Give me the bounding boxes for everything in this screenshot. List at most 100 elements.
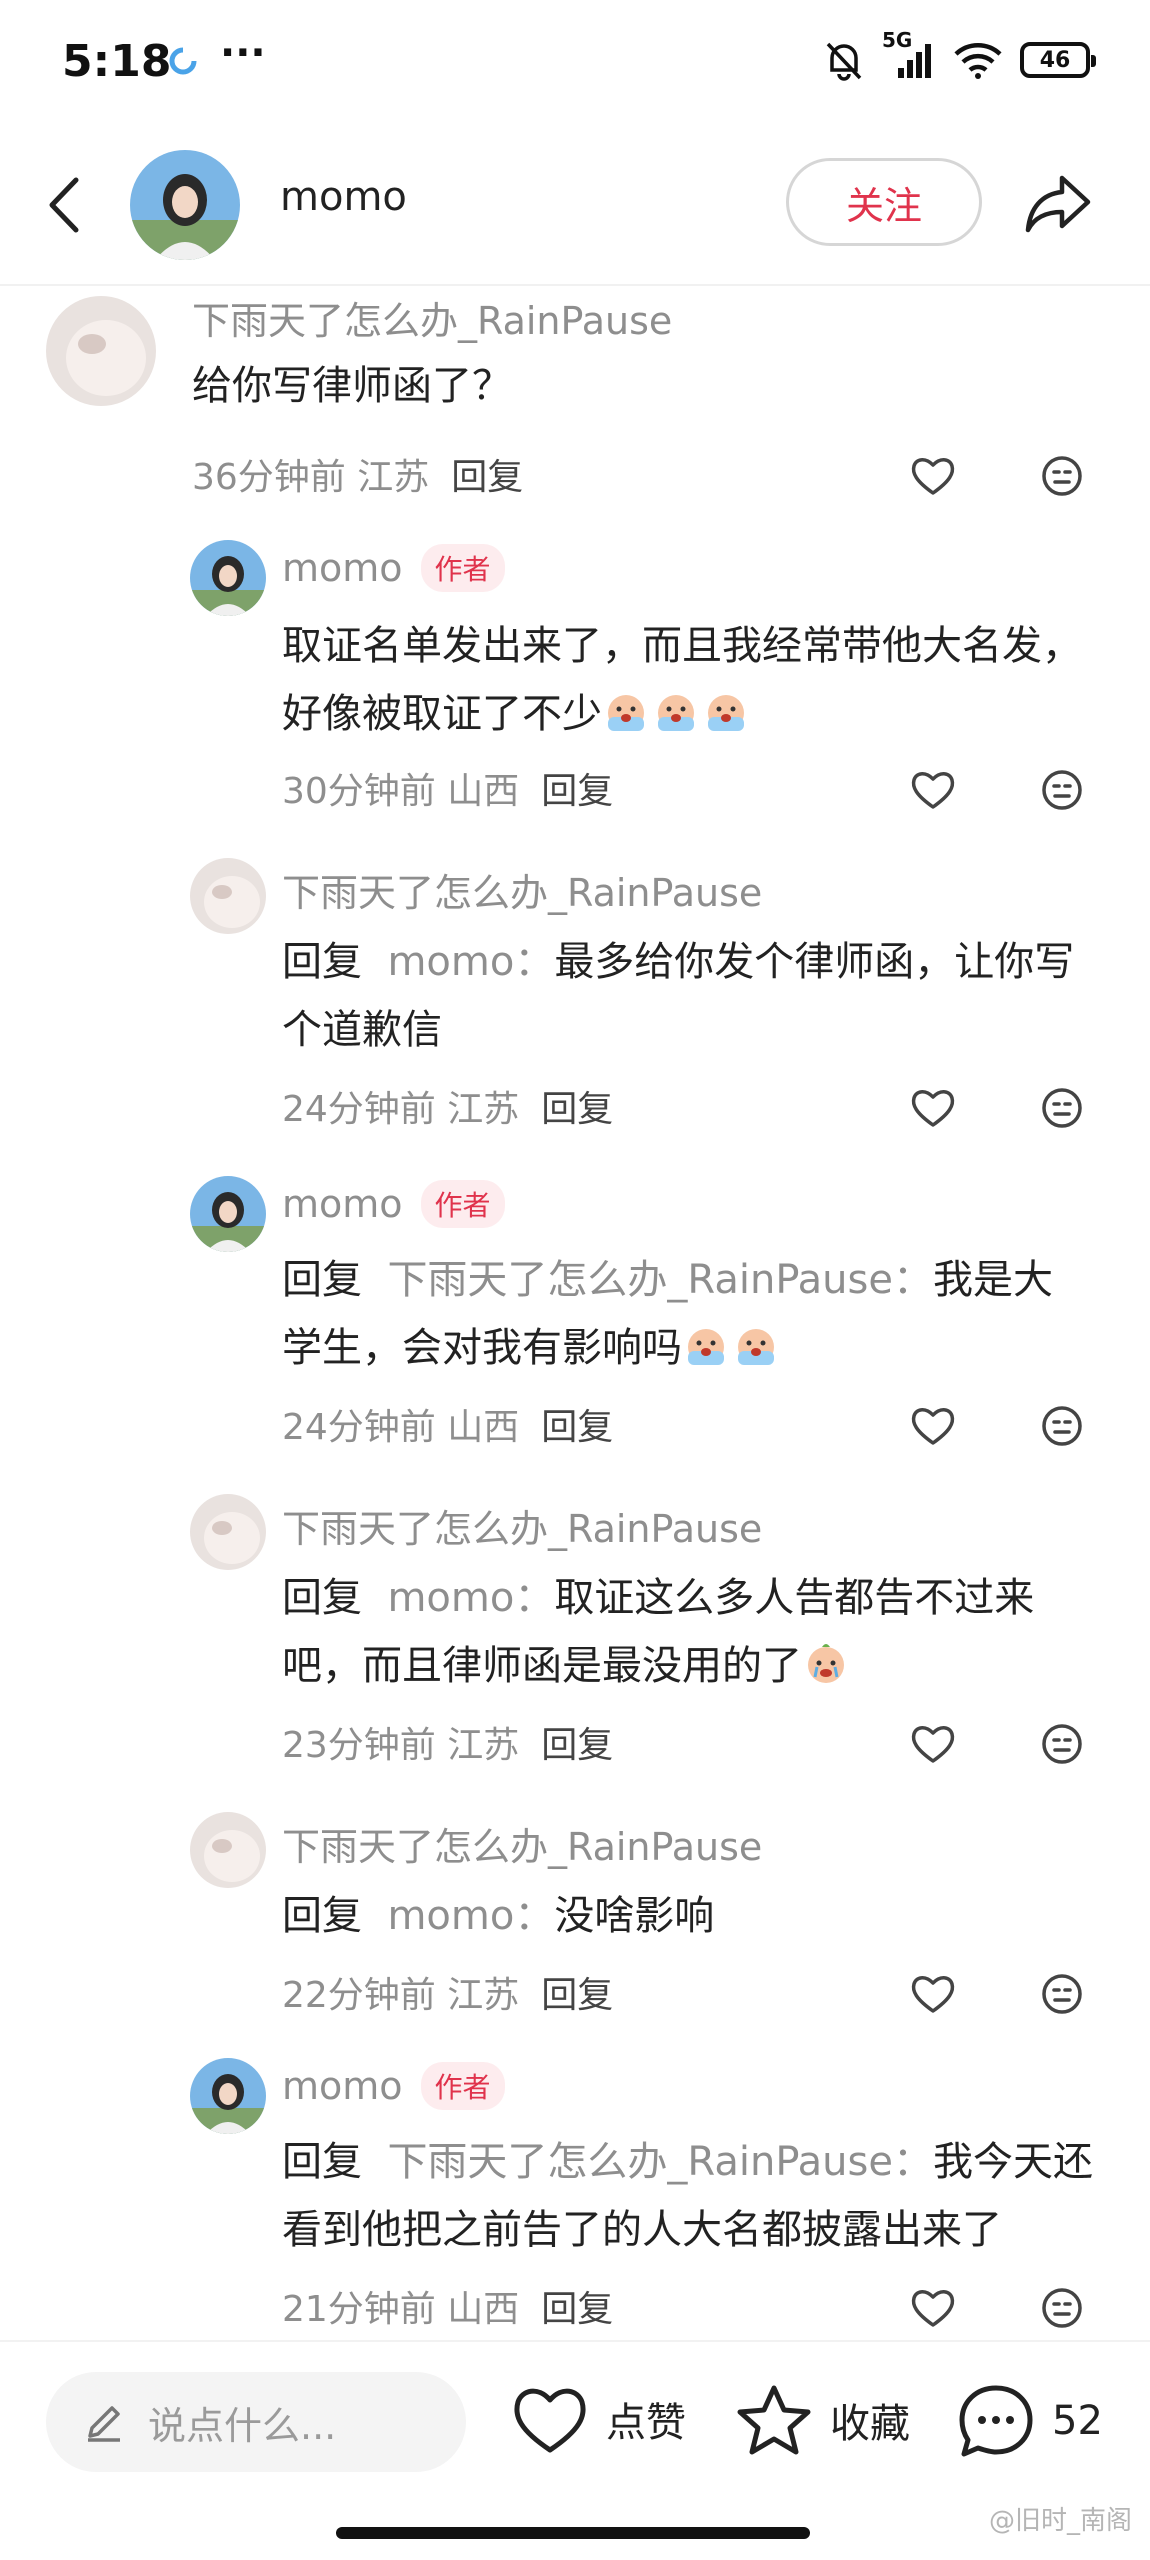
like-heart-icon[interactable] [910, 1404, 956, 1446]
status-time: 5:18 [62, 36, 172, 87]
reply-username[interactable]: momo 作者 [282, 2062, 505, 2110]
reply-target-user[interactable]: 下雨天了怎么办_RainPause： [387, 2139, 933, 2185]
author-reply-avatar[interactable] [190, 540, 266, 616]
status-bar: 5:18 ··· 5G 46 [0, 0, 1150, 130]
dislike-face-icon[interactable] [1040, 454, 1084, 498]
commenter-avatar[interactable] [46, 296, 156, 406]
commenter-avatar[interactable] [190, 1494, 266, 1570]
collect-label: 收藏 [830, 2401, 910, 2447]
status-icons: 5G 46 [822, 28, 1096, 82]
back-arrow-icon[interactable] [40, 172, 90, 238]
crying-emoji-icon [608, 695, 644, 731]
crying-emoji-icon [688, 1329, 724, 1365]
like-heart-icon[interactable] [910, 768, 956, 810]
reply-location: 山西 [447, 1407, 520, 1448]
dislike-face-icon[interactable] [1040, 1722, 1084, 1766]
reply-target-user[interactable]: momo： [387, 1893, 554, 1939]
dislike-face-icon[interactable] [1040, 768, 1084, 812]
reply-text: 回复 momo：取证这么多人告都告不过来吧，而且律师函是最没用的了 [282, 1575, 1035, 1689]
reply-username[interactable]: momo 作者 [282, 1180, 505, 1228]
reply-meta: 30分钟前 山西 回复 [282, 762, 613, 814]
like-heart-icon[interactable] [910, 1722, 956, 1764]
pencil-icon [88, 2406, 120, 2442]
reply-time: 23分钟前 [282, 1725, 436, 1766]
reply-button[interactable]: 回复 [541, 1089, 613, 1130]
reply-text: 回复 下雨天了怎么办_RainPause：我是大学生，会对我有影响吗 [282, 1257, 1053, 1371]
reply-target-user[interactable]: momo： [387, 939, 554, 985]
reply-button[interactable]: 回复 [541, 771, 613, 812]
app-notification-icon [169, 47, 197, 75]
reply-location: 山西 [447, 771, 520, 812]
reply-time: 21分钟前 [282, 2289, 436, 2330]
reply-time: 22分钟前 [282, 1975, 436, 2016]
reply-meta: 23分钟前 江苏 回复 [282, 1716, 613, 1768]
reply-location: 山西 [447, 2289, 520, 2330]
comment-bubble-icon [959, 2385, 1033, 2457]
star-icon [737, 2385, 811, 2455]
like-heart-icon[interactable] [910, 454, 956, 496]
reply-button[interactable]: 回复 [541, 1407, 613, 1448]
author-badge: 作者 [420, 2062, 505, 2110]
crying-emoji-icon [738, 1329, 774, 1365]
post-header: momo 关注 [0, 130, 1150, 280]
reply-time: 24分钟前 [282, 1407, 436, 1448]
comment-input-placeholder: 说点什么... [148, 2403, 337, 2448]
heart-icon [514, 2388, 586, 2453]
dislike-face-icon[interactable] [1040, 2286, 1084, 2330]
battery-level: 46 [1039, 47, 1071, 73]
reply-button[interactable]: 回复 [541, 1975, 613, 2016]
author-reply-avatar[interactable] [190, 2058, 266, 2134]
header-divider [0, 284, 1150, 286]
comment-username[interactable]: 下雨天了怎么办_RainPause [192, 290, 672, 345]
reply-username[interactable]: 下雨天了怎么办_RainPause [282, 862, 762, 917]
reply-username[interactable]: 下雨天了怎么办_RainPause [282, 1816, 762, 1871]
author-name[interactable]: momo [280, 174, 407, 220]
dislike-face-icon[interactable] [1040, 1404, 1084, 1448]
like-button[interactable]: 点赞 [510, 2382, 686, 2456]
share-icon[interactable] [1022, 170, 1094, 238]
reply-location: 江苏 [447, 1975, 520, 2016]
comment-location: 江苏 [357, 457, 430, 498]
cellular-signal-icon: 5G [882, 28, 936, 82]
crying-emoji-icon [658, 695, 694, 731]
bottom-action-bar: 说点什么... 点赞 收藏 52 [0, 2340, 1150, 2502]
battery-icon: 46 [1020, 42, 1096, 78]
follow-button[interactable]: 关注 [786, 158, 982, 246]
home-indicator[interactable] [336, 2527, 810, 2539]
reply-text: 取证名单发出来了，而且我经常带他大名发，好像被取证了不少 [282, 623, 1082, 737]
more-notifications-icon: ··· [220, 30, 266, 76]
comment-meta: 36分钟前 江苏 回复 [192, 448, 523, 500]
reply-meta: 22分钟前 江苏 回复 [282, 1966, 613, 2018]
dislike-face-icon[interactable] [1040, 1086, 1084, 1130]
comment-count: 52 [1052, 2398, 1103, 2444]
reply-target-user[interactable]: momo： [387, 1575, 554, 1621]
reply-button[interactable]: 回复 [541, 2289, 613, 2330]
reply-time: 30分钟前 [282, 771, 436, 812]
dislike-face-icon[interactable] [1040, 1972, 1084, 2016]
commenter-avatar[interactable] [190, 858, 266, 934]
like-heart-icon[interactable] [910, 1972, 956, 2014]
collect-button[interactable]: 收藏 [734, 2382, 910, 2458]
reply-button[interactable]: 回复 [541, 1725, 613, 1766]
reply-button[interactable]: 回复 [451, 457, 523, 498]
author-reply-avatar[interactable] [190, 1176, 266, 1252]
comment-time: 36分钟前 [192, 457, 346, 498]
mute-bell-icon [826, 42, 862, 81]
reply-meta: 21分钟前 山西 回复 [282, 2280, 613, 2332]
reply-username[interactable]: momo 作者 [282, 544, 505, 592]
comment-text: 给你写律师函了？ [192, 363, 512, 409]
reply-target-user[interactable]: 下雨天了怎么办_RainPause： [387, 1257, 933, 1303]
comment-input[interactable]: 说点什么... [46, 2372, 466, 2472]
author-avatar[interactable] [130, 150, 240, 260]
reply-username[interactable]: 下雨天了怎么办_RainPause [282, 1498, 762, 1553]
crying-emoji-icon [708, 695, 744, 731]
like-heart-icon[interactable] [910, 1086, 956, 1128]
like-heart-icon[interactable] [910, 2286, 956, 2328]
reply-location: 江苏 [447, 1089, 520, 1130]
author-badge: 作者 [420, 1180, 505, 1228]
commenter-avatar[interactable] [190, 1812, 266, 1888]
reply-location: 江苏 [447, 1725, 520, 1766]
reply-text: 回复 momo：没啥影响 [282, 1893, 715, 1939]
comments-button[interactable]: 52 [956, 2382, 1103, 2460]
reply-meta: 24分钟前 山西 回复 [282, 1398, 613, 1450]
